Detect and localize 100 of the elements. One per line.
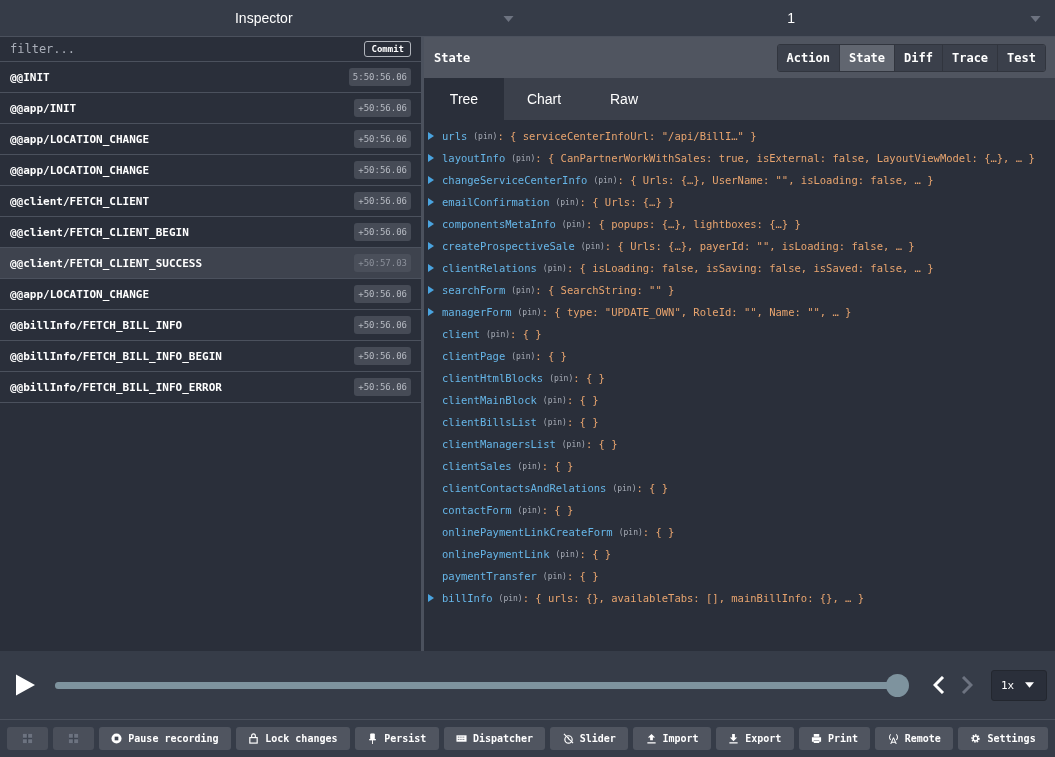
view-tab[interactable]: Raw — [584, 78, 664, 120]
expand-arrow-icon[interactable] — [428, 286, 434, 294]
pin-link[interactable]: (pin) — [542, 571, 567, 581]
action-item[interactable]: @@client/FETCH_CLIENT_SUCCESS +50:57.03 — [0, 248, 421, 279]
action-item[interactable]: @@app/LOCATION_CHANGE +50:56.06 — [0, 155, 421, 186]
tree-key[interactable]: changeServiceCenterInfo — [442, 174, 588, 186]
pin-link[interactable]: (pin) — [542, 263, 567, 273]
tree-key[interactable]: billInfo — [442, 592, 493, 604]
tree-key[interactable]: searchForm — [442, 284, 506, 296]
pin-link[interactable]: (pin) — [561, 439, 586, 449]
tree-value: : { } — [510, 328, 542, 340]
panel-tab[interactable]: Test — [997, 44, 1045, 71]
panel-tab[interactable]: State — [838, 44, 895, 71]
tree-value: : { Urls: {…}, payerId: "", isLoading: false, … } — [604, 240, 915, 252]
tree-key[interactable]: clientRelations — [442, 262, 537, 274]
tree-key[interactable]: createProspectiveSale — [442, 240, 575, 252]
pin-link[interactable]: (pin) — [517, 505, 542, 515]
tree-key[interactable]: client — [442, 328, 480, 340]
tree-value: : { } — [541, 504, 574, 516]
pin-link[interactable]: (pin) — [612, 483, 637, 493]
tree-key[interactable]: layoutInfo — [442, 152, 506, 164]
pin-link[interactable]: (pin) — [555, 197, 580, 207]
tree-key[interactable]: onlinePaymentLinkCreateForm — [442, 526, 613, 538]
pin-link[interactable]: (pin) — [561, 219, 586, 229]
toolbar-button[interactable]: Settings — [958, 727, 1048, 750]
tree-key[interactable]: paymentTransfer — [442, 570, 537, 582]
previous-icon[interactable] — [933, 676, 945, 694]
tree-key[interactable]: clientContactsAndRelations — [442, 482, 607, 494]
action-time: 5:50:56.06 — [348, 68, 411, 86]
action-item[interactable]: @@billInfo/FETCH_BILL_INFO_BEGIN +50:56.06 — [0, 341, 421, 372]
pin-link[interactable]: (pin) — [580, 241, 605, 251]
pin-link[interactable]: (pin) — [473, 131, 498, 141]
toolbar-button[interactable]: Print — [798, 727, 871, 750]
toolbar-button[interactable]: Remote — [875, 727, 954, 750]
monitor-dropdown[interactable]: Inspector — [0, 0, 528, 36]
pin-link[interactable]: (pin) — [542, 395, 567, 405]
toolbar-button[interactable]: Slider — [550, 727, 629, 750]
tree-key[interactable]: emailConfirmation — [442, 196, 550, 208]
pin-link[interactable]: (pin) — [511, 351, 536, 361]
commit-button[interactable]: Commit — [364, 41, 411, 57]
view-tab[interactable]: Tree — [424, 78, 504, 120]
toolbar-button[interactable]: Export — [715, 727, 794, 750]
tree-key[interactable]: clientBillsList — [442, 416, 537, 428]
pin-link[interactable]: (pin) — [511, 285, 536, 295]
expand-arrow-icon[interactable] — [428, 594, 434, 602]
expand-arrow-icon[interactable] — [428, 198, 434, 206]
play-icon[interactable] — [16, 674, 35, 696]
tree-key[interactable]: clientSales — [442, 460, 512, 472]
speed-dropdown[interactable]: 1x — [991, 669, 1047, 701]
expand-arrow-icon[interactable] — [428, 132, 434, 140]
toolbar-button[interactable]: Persist — [354, 727, 439, 750]
tree-key[interactable]: clientManagersList — [442, 438, 556, 450]
action-name: @@billInfo/FETCH_BILL_INFO_ERROR — [10, 380, 222, 394]
panel-tab[interactable]: Diff — [894, 44, 942, 71]
toolbar-button[interactable]: Import — [633, 727, 711, 750]
view-tab[interactable]: Chart — [504, 78, 584, 120]
pin-link[interactable]: (pin) — [593, 175, 618, 185]
tree-key[interactable]: onlinePaymentLink — [442, 548, 550, 560]
pin-link[interactable]: (pin) — [555, 549, 580, 559]
toolbar-button[interactable]: Lock changes — [235, 727, 350, 750]
pin-link[interactable]: (pin) — [517, 307, 542, 317]
pin-link[interactable]: (pin) — [517, 461, 542, 471]
pin-link[interactable]: (pin) — [618, 527, 643, 537]
action-item[interactable]: @@billInfo/FETCH_BILL_INFO_ERROR +50:56.06 — [0, 372, 421, 403]
toolbar-button[interactable]: Dispatcher — [443, 727, 546, 750]
action-time: +50:56.06 — [354, 378, 411, 396]
tree-key[interactable]: contactForm — [442, 504, 512, 516]
action-item[interactable]: @@client/FETCH_CLIENT +50:56.06 — [0, 186, 421, 217]
tree-key[interactable]: clientMainBlock — [442, 394, 537, 406]
panel-tab[interactable]: Action — [777, 44, 839, 71]
pin-link[interactable]: (pin) — [485, 329, 511, 339]
pin-link[interactable]: (pin) — [549, 373, 574, 383]
expand-arrow-icon[interactable] — [428, 242, 434, 250]
action-item[interactable]: @@INIT 5:50:56.06 — [0, 62, 421, 93]
action-item[interactable]: @@app/LOCATION_CHANGE +50:56.06 — [0, 124, 421, 155]
tree-value: : { urls: {}, availableTabs: [], mainBillInfo: {}, … } — [522, 592, 865, 604]
tree-key[interactable]: managerForm — [442, 306, 512, 318]
timeline-slider[interactable] — [55, 673, 909, 697]
expand-arrow-icon[interactable] — [428, 176, 434, 184]
pin-link[interactable]: (pin) — [498, 593, 523, 603]
action-item[interactable]: @@app/LOCATION_CHANGE +50:56.06 — [0, 279, 421, 310]
tree-value: : { } — [573, 372, 605, 384]
expand-arrow-icon[interactable] — [428, 308, 434, 316]
tree-key[interactable]: clientHtmlBlocks — [442, 372, 544, 384]
filter-field[interactable]: filter... — [10, 42, 359, 56]
action-item[interactable]: @@app/INIT +50:56.06 — [0, 93, 421, 124]
action-item[interactable]: @@billInfo/FETCH_BILL_INFO +50:56.06 — [0, 310, 421, 341]
tree-key[interactable]: componentsMetaInfo — [442, 218, 556, 230]
pin-link[interactable]: (pin) — [511, 153, 536, 163]
grid-icon — [68, 733, 79, 744]
expand-arrow-icon[interactable] — [428, 220, 434, 228]
instance-dropdown[interactable]: 1 — [527, 0, 1055, 36]
tree-key[interactable]: urls — [442, 130, 468, 142]
expand-arrow-icon[interactable] — [428, 154, 434, 162]
tree-key[interactable]: clientPage — [442, 350, 506, 362]
pin-link[interactable]: (pin) — [542, 417, 567, 427]
expand-arrow-icon[interactable] — [428, 264, 434, 272]
tree-value: : { Urls: {…}, UserName: "", isLoading: false, … } — [617, 174, 934, 186]
panel-tab[interactable]: Trace — [941, 44, 998, 71]
toolbar-button[interactable]: Pause recording — [99, 727, 231, 750]
